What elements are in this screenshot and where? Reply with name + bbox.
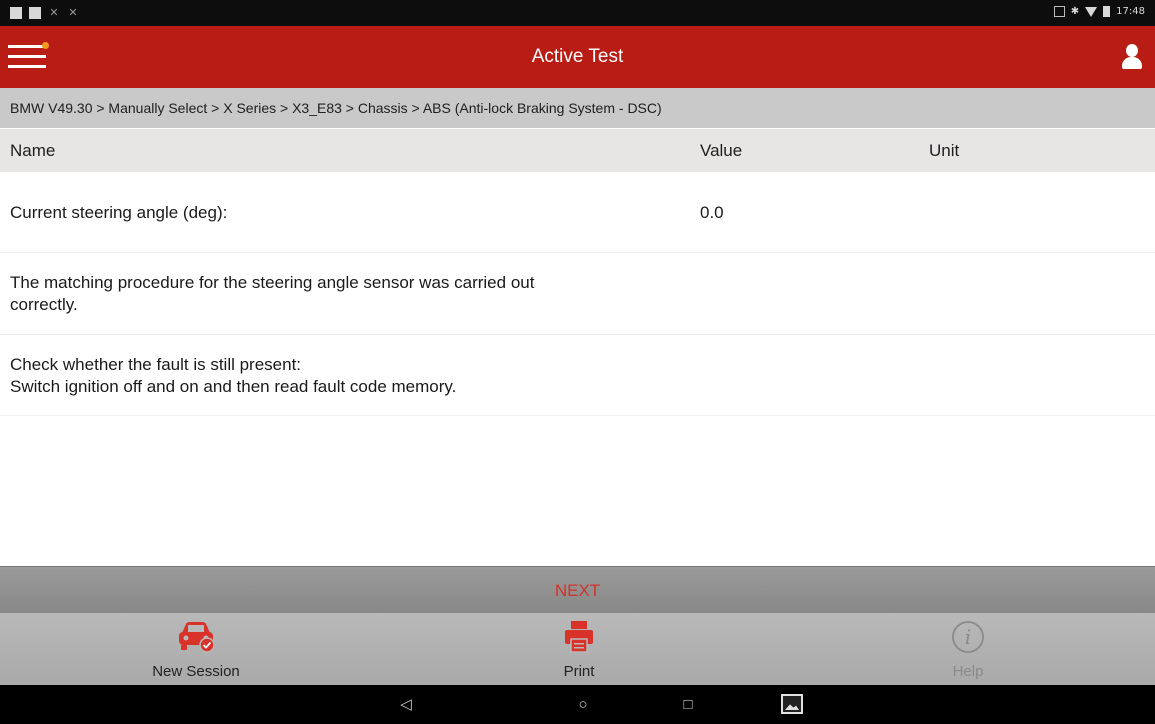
breadcrumb: BMW V49.30 > Manually Select > X Series … [0, 88, 1155, 128]
vibrate-icon [1053, 6, 1065, 17]
page-title: Active Test [531, 46, 624, 67]
notification-icon [29, 7, 41, 19]
table-row: Current steering angle (deg): 0.0 [0, 173, 1155, 253]
column-header-unit: Unit [929, 141, 960, 160]
column-header-value: Value [700, 141, 743, 160]
user-icon [1126, 44, 1138, 57]
svg-text:i: i [965, 625, 971, 649]
user-button[interactable] [1121, 44, 1143, 70]
car-icon [179, 622, 215, 653]
bluetooth-icon: ✱ [1070, 6, 1080, 17]
table-header: Name Value Unit [0, 129, 1155, 172]
message-text: Switch ignition off and on and then read… [10, 377, 457, 396]
new-session-label: New Session [152, 663, 240, 680]
action-bar: New Session Print i Help [0, 613, 1155, 685]
recent-apps-icon[interactable]: □ [668, 685, 708, 724]
row-value: 0.0 [700, 203, 724, 222]
battery-icon [1103, 6, 1111, 17]
print-label: Print [563, 663, 595, 680]
row-name: Current steering angle (deg): [10, 203, 228, 222]
system-navigation-bar: ◁ ○ □ [0, 685, 1155, 724]
app-header: Active Test [0, 26, 1155, 88]
message-row: Check whether the fault is still present… [0, 336, 1155, 416]
message-row: The matching procedure for the steering … [0, 254, 1155, 335]
new-session-button[interactable]: New Session [86, 613, 306, 685]
notification-icon: ✕ [49, 7, 59, 19]
message-text: correctly. [10, 295, 78, 314]
back-icon[interactable]: ◁ [386, 685, 426, 724]
message-text: The matching procedure for the steering … [10, 273, 535, 292]
printer-icon [565, 621, 593, 653]
screenshot-icon[interactable] [773, 685, 813, 724]
notification-icon [10, 7, 22, 19]
wifi-icon [1085, 6, 1098, 17]
notification-icon: ✕ [68, 7, 78, 19]
info-icon: i [952, 621, 984, 653]
print-button[interactable]: Print [469, 613, 689, 685]
system-icons: ✱ 17:48 [1053, 6, 1145, 17]
status-bar: ✕ ✕ ✱ 17:48 [0, 0, 1155, 26]
home-icon[interactable]: ○ [563, 685, 603, 724]
help-label: Help [952, 663, 984, 680]
next-button[interactable]: NEXT [0, 566, 1155, 613]
help-button[interactable]: i Help [858, 613, 1078, 685]
column-header-name: Name [10, 141, 56, 160]
notification-icons: ✕ ✕ [10, 7, 79, 19]
message-text: Check whether the fault is still present… [10, 355, 302, 374]
clock: 17:48 [1116, 6, 1145, 17]
